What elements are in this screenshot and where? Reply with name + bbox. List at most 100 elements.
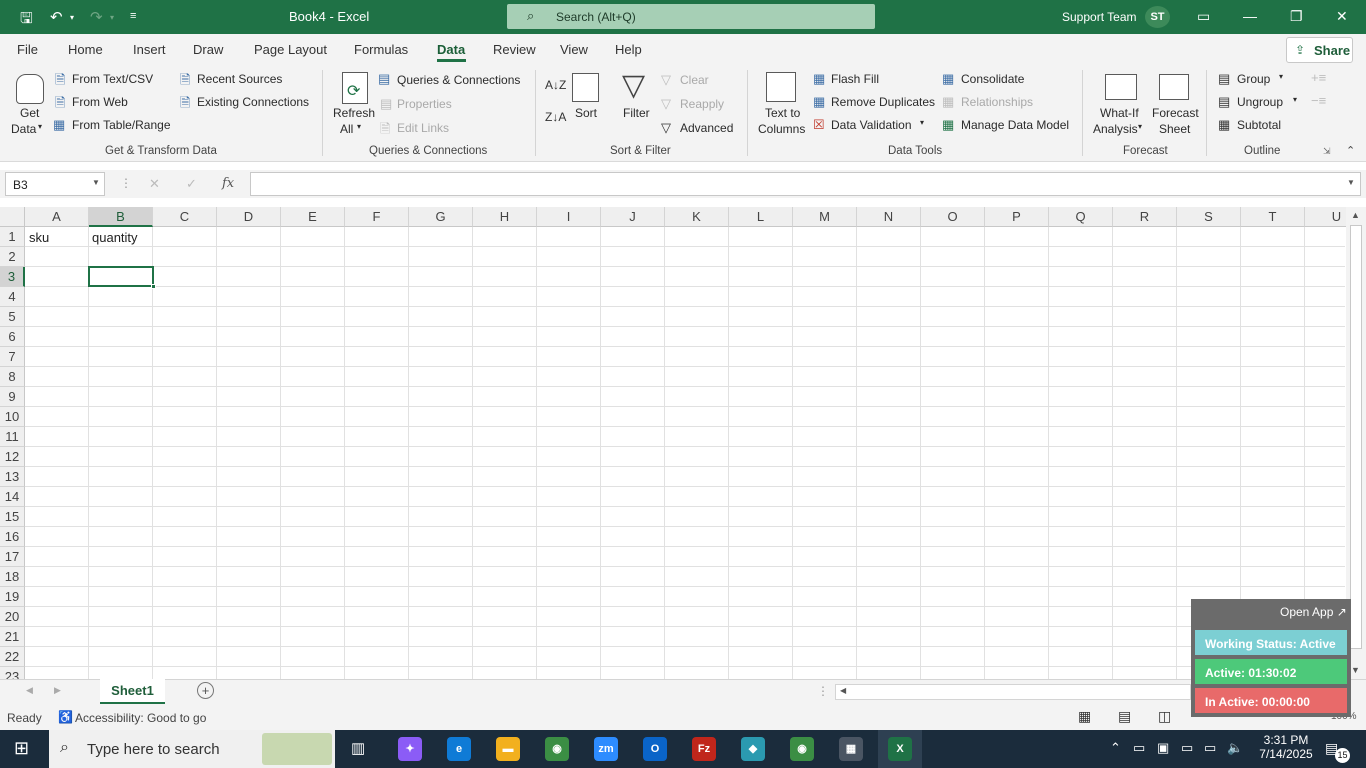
column-header-n[interactable]: N xyxy=(857,207,921,227)
cell-a1[interactable]: sku xyxy=(29,230,49,245)
tab-review[interactable]: Review xyxy=(493,42,536,57)
close-icon[interactable]: ✕ xyxy=(1336,8,1348,25)
row-header-12[interactable]: 12 xyxy=(0,447,25,467)
row-header-3[interactable]: 3 xyxy=(0,267,25,287)
ungroup-button[interactable]: Ungroup xyxy=(1237,95,1283,109)
forecast-sheet-label-1[interactable]: Forecast xyxy=(1152,106,1199,120)
scroll-left-icon[interactable]: ◀ xyxy=(840,686,846,695)
row-header-7[interactable]: 7 xyxy=(0,347,25,367)
selected-cell-b3[interactable] xyxy=(88,266,154,287)
advanced-button[interactable]: Advanced xyxy=(680,121,733,135)
zoom-icon[interactable]: zm xyxy=(594,737,618,761)
splitter-icon[interactable]: ⋮ xyxy=(817,684,829,698)
scroll-up-icon[interactable]: ▲ xyxy=(1351,210,1360,220)
chevron-down-icon[interactable]: ▾ xyxy=(920,118,924,127)
show-hidden-icons-icon[interactable]: ⌃ xyxy=(1110,740,1121,756)
filter-button[interactable]: Filter xyxy=(623,106,650,120)
outlook-icon[interactable]: O xyxy=(643,737,667,761)
open-app-button[interactable]: Open App ↗ xyxy=(1280,605,1347,619)
chrome-profile-icon[interactable]: ◉ xyxy=(790,737,814,761)
row-header-1[interactable]: 1 xyxy=(0,227,25,247)
dialog-launcher-icon[interactable]: ⇲ xyxy=(1323,146,1331,157)
ribbon-display-icon[interactable]: ▭ xyxy=(1197,8,1210,25)
column-header-d[interactable]: D xyxy=(217,207,281,227)
user-name[interactable]: Support Team xyxy=(1062,10,1137,24)
row-header-6[interactable]: 6 xyxy=(0,327,25,347)
tab-formulas[interactable]: Formulas xyxy=(354,42,408,57)
tab-home[interactable]: Home xyxy=(68,42,103,57)
taskbar-clock[interactable]: 3:31 PM 7/14/2025 xyxy=(1256,733,1316,761)
data-validation-button[interactable]: Data Validation xyxy=(831,118,912,132)
page-break-view-icon[interactable]: ◫ xyxy=(1158,708,1171,725)
row-header-17[interactable]: 17 xyxy=(0,547,25,567)
save-icon[interactable]: 🖫 xyxy=(20,8,33,33)
horizontal-scrollbar[interactable]: ◀ xyxy=(835,684,1191,700)
app-diamond-icon[interactable]: ◆ xyxy=(741,737,765,761)
row-header-4[interactable]: 4 xyxy=(0,287,25,307)
subtotal-button[interactable]: Subtotal xyxy=(1237,118,1281,132)
from-table-range-button[interactable]: From Table/Range xyxy=(72,118,171,132)
scroll-down-icon[interactable]: ▼ xyxy=(1351,665,1360,675)
customize-qat-icon[interactable]: ≡ xyxy=(130,10,136,22)
existing-connections-button[interactable]: Existing Connections xyxy=(197,95,309,109)
select-all-corner[interactable] xyxy=(0,207,25,227)
sort-az-icon[interactable]: A↓Z xyxy=(545,78,566,92)
row-header-8[interactable]: 8 xyxy=(0,367,25,387)
sort-za-icon[interactable]: Z↓A xyxy=(545,110,566,124)
fill-handle[interactable] xyxy=(151,284,156,289)
column-header-f[interactable]: F xyxy=(345,207,409,227)
row-header-22[interactable]: 22 xyxy=(0,647,25,667)
expand-formula-bar-icon[interactable]: ▼ xyxy=(1347,178,1355,187)
column-header-q[interactable]: Q xyxy=(1049,207,1113,227)
calculator-icon[interactable]: ▦ xyxy=(839,737,863,761)
undo-icon[interactable]: ↶ xyxy=(50,8,63,26)
search-highlight-image[interactable] xyxy=(262,733,332,765)
name-box[interactable]: B3 xyxy=(5,172,105,196)
recent-sources-button[interactable]: Recent Sources xyxy=(197,72,282,86)
column-header-l[interactable]: L xyxy=(729,207,793,227)
windows-start-icon[interactable]: ⊞ xyxy=(14,738,29,759)
get-data-label-2[interactable]: Data xyxy=(11,122,36,136)
column-header-o[interactable]: O xyxy=(921,207,985,227)
row-header-20[interactable]: 20 xyxy=(0,607,25,627)
tab-draw[interactable]: Draw xyxy=(193,42,223,57)
row-header-23[interactable]: 23 xyxy=(0,667,25,679)
filezilla-icon[interactable]: Fz xyxy=(692,737,716,761)
tab-insert[interactable]: Insert xyxy=(133,42,166,57)
from-web-button[interactable]: From Web xyxy=(72,95,128,109)
file-explorer-icon[interactable]: ▬ xyxy=(496,737,520,761)
what-if-label-1[interactable]: What-If xyxy=(1100,106,1139,120)
get-data-label-1[interactable]: Get xyxy=(20,106,39,120)
what-if-label-2[interactable]: Analysis xyxy=(1093,122,1138,136)
consolidate-button[interactable]: Consolidate xyxy=(961,72,1024,86)
column-header-h[interactable]: H xyxy=(473,207,537,227)
tab-data[interactable]: Data xyxy=(437,42,465,57)
copilot-icon[interactable]: ✦ xyxy=(398,737,422,761)
page-layout-view-icon[interactable]: ▤ xyxy=(1118,708,1131,725)
tab-view[interactable]: View xyxy=(560,42,588,57)
tab-help[interactable]: Help xyxy=(615,42,642,57)
row-header-10[interactable]: 10 xyxy=(0,407,25,427)
column-header-j[interactable]: J xyxy=(601,207,665,227)
column-header-s[interactable]: S xyxy=(1177,207,1241,227)
row-header-2[interactable]: 2 xyxy=(0,247,25,267)
refresh-all-label-1[interactable]: Refresh xyxy=(333,106,375,120)
row-header-13[interactable]: 13 xyxy=(0,467,25,487)
collapse-ribbon-icon[interactable]: ⌃ xyxy=(1346,144,1355,157)
chevron-down-icon[interactable]: ▼ xyxy=(92,178,100,187)
chevron-down-icon[interactable]: ▾ xyxy=(1293,95,1297,104)
edge-icon[interactable]: e xyxy=(447,737,471,761)
manage-data-model-button[interactable]: Manage Data Model xyxy=(961,118,1069,132)
column-header-e[interactable]: E xyxy=(281,207,345,227)
flash-fill-button[interactable]: Flash Fill xyxy=(831,72,879,86)
network-icon[interactable]: ▭ xyxy=(1204,740,1216,756)
forecast-sheet-label-2[interactable]: Sheet xyxy=(1159,122,1190,136)
normal-view-icon[interactable]: ▦ xyxy=(1078,708,1091,725)
row-header-16[interactable]: 16 xyxy=(0,527,25,547)
add-sheet-icon[interactable]: + xyxy=(197,682,214,699)
row-header-9[interactable]: 9 xyxy=(0,387,25,407)
restore-icon[interactable]: ❐ xyxy=(1290,8,1303,25)
next-sheet-icon[interactable]: ▶ xyxy=(54,685,61,696)
group-button[interactable]: Group xyxy=(1237,72,1270,86)
column-header-b[interactable]: B xyxy=(89,207,153,227)
